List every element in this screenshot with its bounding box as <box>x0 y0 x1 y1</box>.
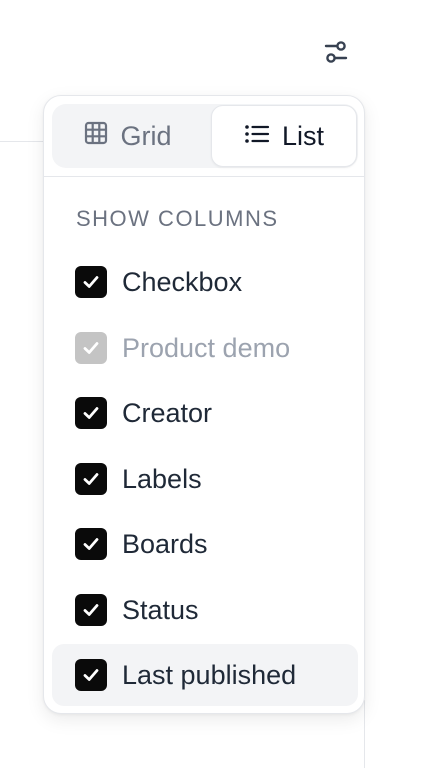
column-option-label: Status <box>122 595 199 625</box>
column-option-boards[interactable]: Boards <box>52 513 358 575</box>
checkbox-checked-icon[interactable] <box>75 266 107 298</box>
column-option-label: Product demo <box>122 333 291 363</box>
view-toggle: Grid List <box>52 104 358 168</box>
column-option-label: Creator <box>122 398 213 428</box>
checkbox-checked-icon[interactable] <box>75 463 107 495</box>
column-option-creator[interactable]: Creator <box>52 382 358 444</box>
column-option-label: Checkbox <box>122 267 243 297</box>
column-option-status[interactable]: Status <box>52 579 358 641</box>
column-option-checkbox[interactable]: Checkbox <box>52 251 358 313</box>
grid-icon <box>84 121 108 152</box>
list-icon <box>244 121 270 152</box>
background-divider <box>0 141 44 142</box>
column-option-labels[interactable]: Labels <box>52 448 358 510</box>
checkbox-checked-icon[interactable] <box>75 528 107 560</box>
popover-divider <box>44 176 364 177</box>
column-option-label: Labels <box>122 464 202 494</box>
checkbox-checked-icon[interactable] <box>75 594 107 626</box>
app-canvas: Grid List SHOW COLUMNS Checkbox Product … <box>0 0 426 768</box>
checkbox-checked-icon[interactable] <box>75 397 107 429</box>
show-columns-heading: SHOW COLUMNS <box>76 206 279 231</box>
list-view-label: List <box>281 120 325 151</box>
grid-view-button[interactable]: Grid <box>52 104 204 168</box>
column-option-product-demo: Product demo <box>52 317 358 379</box>
list-view-button[interactable]: List <box>211 105 357 167</box>
checkbox-checked-icon[interactable] <box>75 659 107 691</box>
grid-view-label: Grid <box>120 120 172 151</box>
view-options-button[interactable] <box>316 34 356 74</box>
view-options-popover: Grid List SHOW COLUMNS Checkbox Product … <box>43 95 365 714</box>
background-divider-vertical <box>364 700 365 768</box>
checkbox-disabled-icon <box>75 332 107 364</box>
column-option-last-published[interactable]: Last published <box>52 644 358 706</box>
sliders-icon <box>322 38 350 71</box>
column-option-label: Last published <box>122 660 297 690</box>
column-option-label: Boards <box>122 529 208 559</box>
